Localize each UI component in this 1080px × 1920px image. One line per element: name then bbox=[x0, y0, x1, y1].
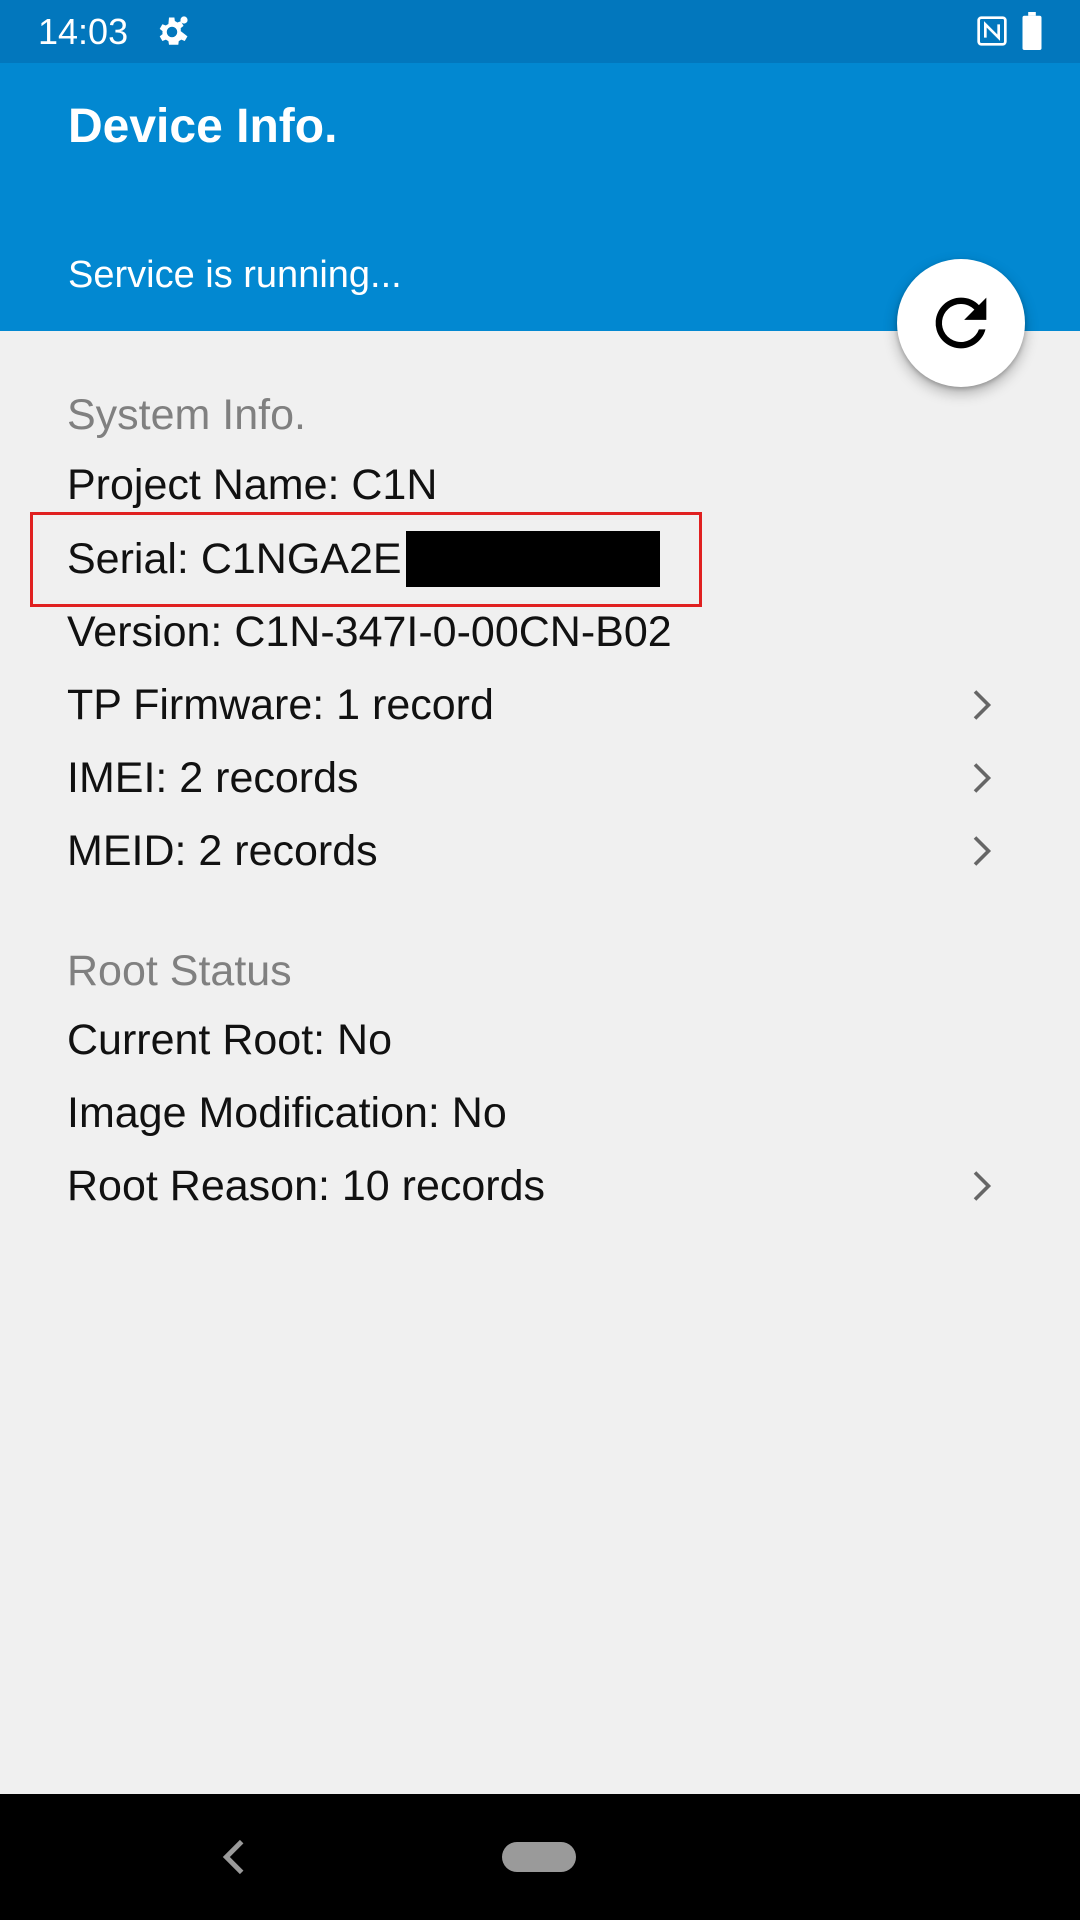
status-bar: 14:03 bbox=[0, 0, 1080, 63]
image-modification-row: Image Modification: No bbox=[67, 1083, 1027, 1143]
serial-row: Serial: C1NGA2E bbox=[67, 529, 1027, 589]
serial-text: Serial: C1NGA2E bbox=[67, 535, 402, 583]
tp-firmware-row[interactable]: TP Firmware: 1 record bbox=[67, 675, 1027, 735]
service-status-text: Service is running... bbox=[68, 254, 402, 296]
section-header-system-info: System Info. bbox=[67, 391, 306, 439]
redaction-bar bbox=[405, 530, 660, 587]
refresh-icon bbox=[935, 297, 987, 349]
status-time: 14:03 bbox=[38, 11, 129, 52]
current-root-row: Current Root: No bbox=[67, 1010, 1027, 1070]
refresh-button[interactable] bbox=[897, 259, 1025, 387]
root-reason-text: Root Reason: 10 records bbox=[67, 1162, 546, 1210]
home-pill-button[interactable] bbox=[502, 1842, 576, 1872]
chevron-right-icon bbox=[973, 763, 992, 793]
imei-row[interactable]: IMEI: 2 records bbox=[67, 748, 1027, 808]
back-icon[interactable] bbox=[218, 1834, 250, 1880]
version-row: Version: C1N-347I-0-00CN-B02 bbox=[67, 602, 1027, 662]
page-title: Device Info. bbox=[68, 100, 338, 153]
chevron-right-icon bbox=[973, 690, 992, 720]
meid-text: MEID: 2 records bbox=[67, 827, 378, 875]
chevron-right-icon bbox=[973, 836, 992, 866]
root-reason-row[interactable]: Root Reason: 10 records bbox=[67, 1156, 1027, 1216]
version-text: Version: C1N-347I-0-00CN-B02 bbox=[67, 608, 672, 656]
nfc-icon bbox=[977, 16, 1007, 46]
meid-row[interactable]: MEID: 2 records bbox=[67, 821, 1027, 881]
image-modification-text: Image Modification: No bbox=[67, 1089, 507, 1137]
settings-gear-icon bbox=[159, 16, 188, 45]
project-name-text: Project Name: C1N bbox=[67, 461, 438, 509]
section-header-root-status: Root Status bbox=[67, 947, 292, 995]
project-name-row: Project Name: C1N bbox=[67, 455, 1027, 515]
imei-text: IMEI: 2 records bbox=[67, 754, 359, 802]
chevron-right-icon bbox=[973, 1171, 992, 1201]
battery-icon bbox=[1022, 12, 1042, 50]
tp-firmware-text: TP Firmware: 1 record bbox=[67, 681, 494, 729]
current-root-text: Current Root: No bbox=[67, 1016, 393, 1064]
